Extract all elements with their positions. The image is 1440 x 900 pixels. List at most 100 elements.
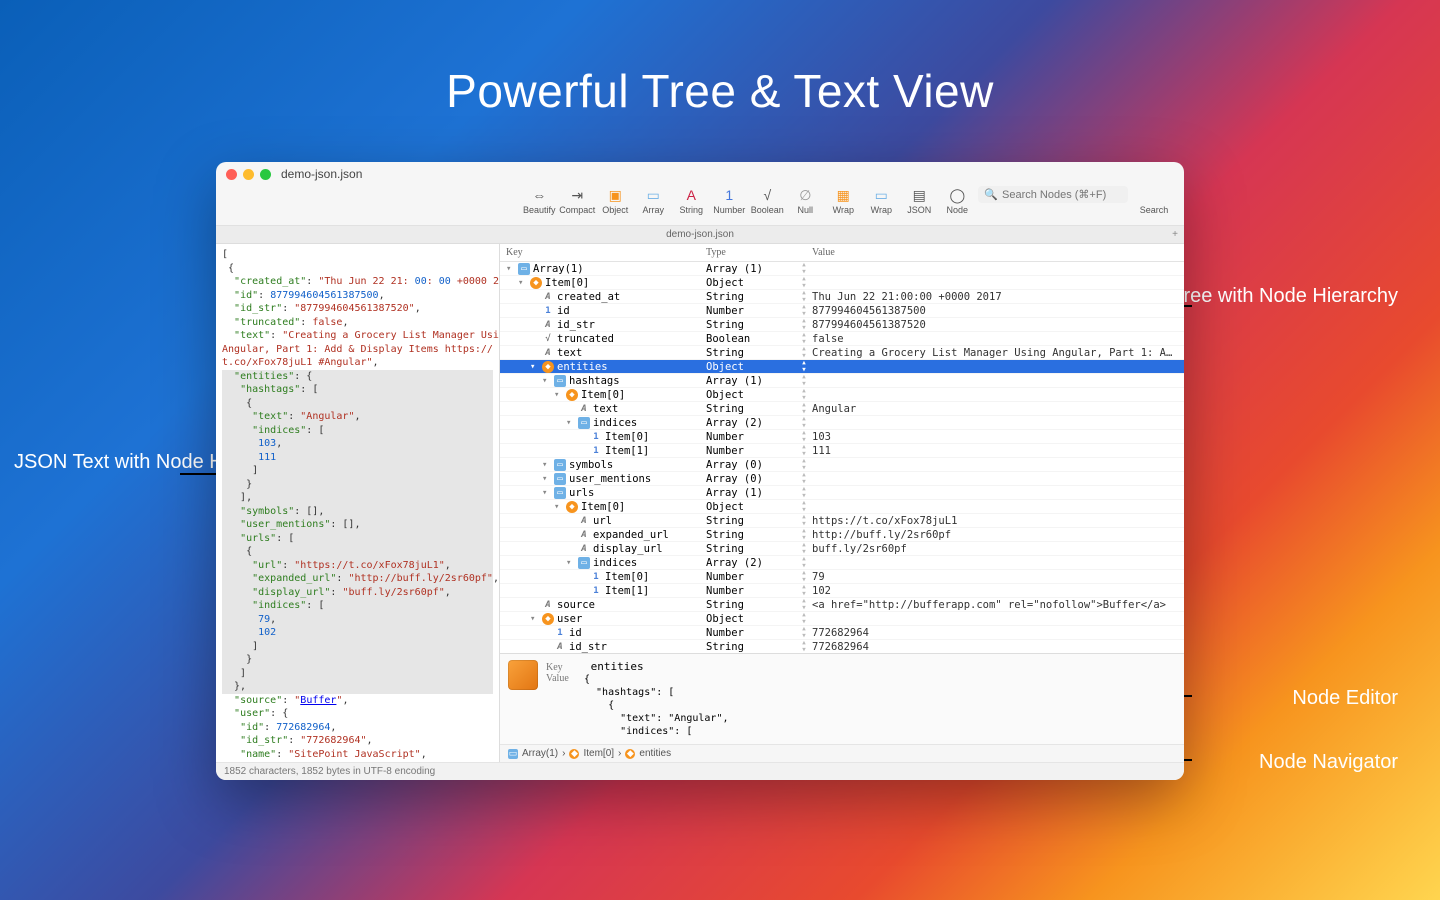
disclosure-icon[interactable]: ▾ (554, 502, 563, 512)
toolbar-beautify-button[interactable]: ⇔Beautify (520, 186, 558, 215)
boolean-icon: √ (758, 186, 776, 204)
tree-row[interactable]: √truncatedBoolean▴▾false (500, 332, 1184, 346)
node-value: 877994604561387520 (812, 319, 1184, 331)
tree-row[interactable]: ▾▭hashtagsArray (1)▴▾ (500, 374, 1184, 388)
tree-row[interactable]: 1Item[1]Number▴▾102 (500, 584, 1184, 598)
tree-row[interactable]: 1Item[1]Number▴▾111 (500, 444, 1184, 458)
disclosure-icon[interactable]: ▾ (530, 614, 539, 624)
toolbar-node-button[interactable]: ◯Node (938, 186, 976, 215)
editor-key-value[interactable]: entities (591, 660, 644, 673)
tree-row[interactable]: AurlString▴▾https://t.co/xFox78juL1 (500, 514, 1184, 528)
col-key[interactable]: Key (506, 247, 706, 258)
toolbar-null-button[interactable]: ∅Null (786, 186, 824, 215)
disclosure-icon[interactable]: ▾ (566, 418, 575, 428)
disclosure-icon[interactable]: ▾ (530, 362, 539, 372)
tree-row[interactable]: 1Item[0]Number▴▾103 (500, 430, 1184, 444)
toolbar-number-button[interactable]: 1Number (710, 186, 748, 215)
col-value[interactable]: Value (812, 247, 1184, 258)
toolbar-wrap2-button[interactable]: ▭Wrap (862, 186, 900, 215)
node-icon: ◯ (948, 186, 966, 204)
app-window: demo-json.json ⇔Beautify⇥Compact▣Object▭… (216, 162, 1184, 780)
tree-row[interactable]: ▾◆userObject▴▾ (500, 612, 1184, 626)
tree-row[interactable]: Aid_strString▴▾772682964 (500, 640, 1184, 653)
tree-row[interactable]: AtextString▴▾Creating a Grocery List Man… (500, 346, 1184, 360)
search-button[interactable]: Search (1130, 186, 1178, 215)
chevron-right-icon: › (618, 748, 621, 759)
search-input[interactable] (1002, 189, 1122, 201)
hero-title: Powerful Tree & Text View (446, 64, 994, 118)
toolbar-array-button[interactable]: ▭Array (634, 186, 672, 215)
disclosure-icon[interactable]: ▾ (518, 278, 527, 288)
disclosure-icon[interactable]: ▾ (542, 460, 551, 470)
close-icon[interactable] (226, 169, 237, 180)
tree-row[interactable]: 1idNumber▴▾772682964 (500, 626, 1184, 640)
type-icon: ▭ (554, 473, 566, 485)
node-key: truncated (557, 333, 614, 345)
type-icon: 1 (590, 445, 602, 457)
tree-row[interactable]: ▾▭Array(1)Array (1)▴▾ (500, 262, 1184, 276)
toolbar-json-button[interactable]: ▤JSON (900, 186, 938, 215)
json-text-pane[interactable]: [ { "created_at": "Thu Jun 22 21: 00: 00… (216, 244, 500, 762)
node-type: Array (1) (706, 487, 796, 499)
node-key: entities (557, 361, 608, 373)
new-tab-button[interactable]: + (1172, 229, 1178, 240)
tree-row[interactable]: ▾▭user_mentionsArray (0)▴▾ (500, 472, 1184, 486)
number-icon: 1 (720, 186, 738, 204)
node-key: hashtags (569, 375, 620, 387)
type-icon: √ (542, 333, 554, 345)
tree-row[interactable]: Aexpanded_urlString▴▾http://buff.ly/2sr6… (500, 528, 1184, 542)
type-icon: ▭ (554, 487, 566, 499)
toolbar-compact-button[interactable]: ⇥Compact (558, 186, 596, 215)
tree-row[interactable]: AsourceString▴▾<a href="http://bufferapp… (500, 598, 1184, 612)
tree-row[interactable]: ▾◆Item[0]Object▴▾ (500, 388, 1184, 402)
tree-row[interactable]: ▾▭indicesArray (2)▴▾ (500, 416, 1184, 430)
node-type: Number (706, 431, 796, 443)
node-value: 102 (812, 585, 1184, 597)
toolbar-wrap-button[interactable]: ▦Wrap (824, 186, 862, 215)
disclosure-icon[interactable]: ▾ (542, 376, 551, 386)
node-type: Array (0) (706, 459, 796, 471)
wrap-icon: ▦ (834, 186, 852, 204)
breadcrumb-item[interactable]: Item[0] (583, 748, 614, 759)
node-value: https://t.co/xFox78juL1 (812, 515, 1184, 527)
zoom-icon[interactable] (260, 169, 271, 180)
tree-row[interactable]: Aid_strString▴▾877994604561387520 (500, 318, 1184, 332)
disclosure-icon[interactable]: ▾ (542, 474, 551, 484)
breadcrumb-item[interactable]: entities (639, 748, 671, 759)
array-icon: ▭ (644, 186, 662, 204)
tree-row[interactable]: ▾▭indicesArray (2)▴▾ (500, 556, 1184, 570)
minimize-icon[interactable] (243, 169, 254, 180)
disclosure-icon[interactable]: ▾ (506, 264, 515, 274)
tree-row[interactable]: ▾▭urlsArray (1)▴▾ (500, 486, 1184, 500)
tree-row[interactable]: ▾◆entitiesObject▴▾ (500, 360, 1184, 374)
search-icon: 🔍 (984, 188, 998, 201)
tree-row[interactable]: ▾◆Item[0]Object▴▾ (500, 500, 1184, 514)
disclosure-icon[interactable]: ▾ (566, 558, 575, 568)
tree-body[interactable]: ▾▭Array(1)Array (1)▴▾▾◆Item[0]Object▴▾Ac… (500, 262, 1184, 653)
tree-row[interactable]: Adisplay_urlString▴▾buff.ly/2sr60pf (500, 542, 1184, 556)
tree-row[interactable]: ▾▭symbolsArray (0)▴▾ (500, 458, 1184, 472)
tree-row[interactable]: Acreated_atString▴▾Thu Jun 22 21:00:00 +… (500, 290, 1184, 304)
window-title: demo-json.json (281, 167, 362, 181)
toolbar-boolean-button[interactable]: √Boolean (748, 186, 786, 215)
search-field[interactable]: 🔍 (978, 186, 1128, 203)
tree-row[interactable]: 1idNumber▴▾877994604561387500 (500, 304, 1184, 318)
json-text-post: "source": "Buffer", "user": { "id": 7726… (222, 694, 493, 763)
toolbar-string-button[interactable]: AString (672, 186, 710, 215)
chevron-right-icon: › (562, 748, 565, 759)
tree-row[interactable]: 1Item[0]Number▴▾79 (500, 570, 1184, 584)
col-type[interactable]: Type (706, 247, 796, 258)
type-icon: ◆ (542, 613, 554, 625)
disclosure-icon[interactable]: ▾ (542, 488, 551, 498)
breadcrumb-item[interactable]: Array(1) (522, 748, 558, 759)
node-value: 103 (812, 431, 1184, 443)
tree-row[interactable]: ▾◆Item[0]Object▴▾ (500, 276, 1184, 290)
node-type: Array (2) (706, 417, 796, 429)
file-tab[interactable]: demo-json.json (666, 229, 734, 240)
toolbar-object-button[interactable]: ▣Object (596, 186, 634, 215)
tree-row[interactable]: AtextString▴▾Angular (500, 402, 1184, 416)
disclosure-icon[interactable]: ▾ (554, 390, 563, 400)
breadcrumb[interactable]: ▭ Array(1)›◆ Item[0]›◆ entities (500, 744, 1184, 762)
editor-value-text[interactable]: { "hashtags": [ { "text": "Angular", "in… (584, 673, 729, 738)
tree-header: Key Type Value (500, 244, 1184, 262)
